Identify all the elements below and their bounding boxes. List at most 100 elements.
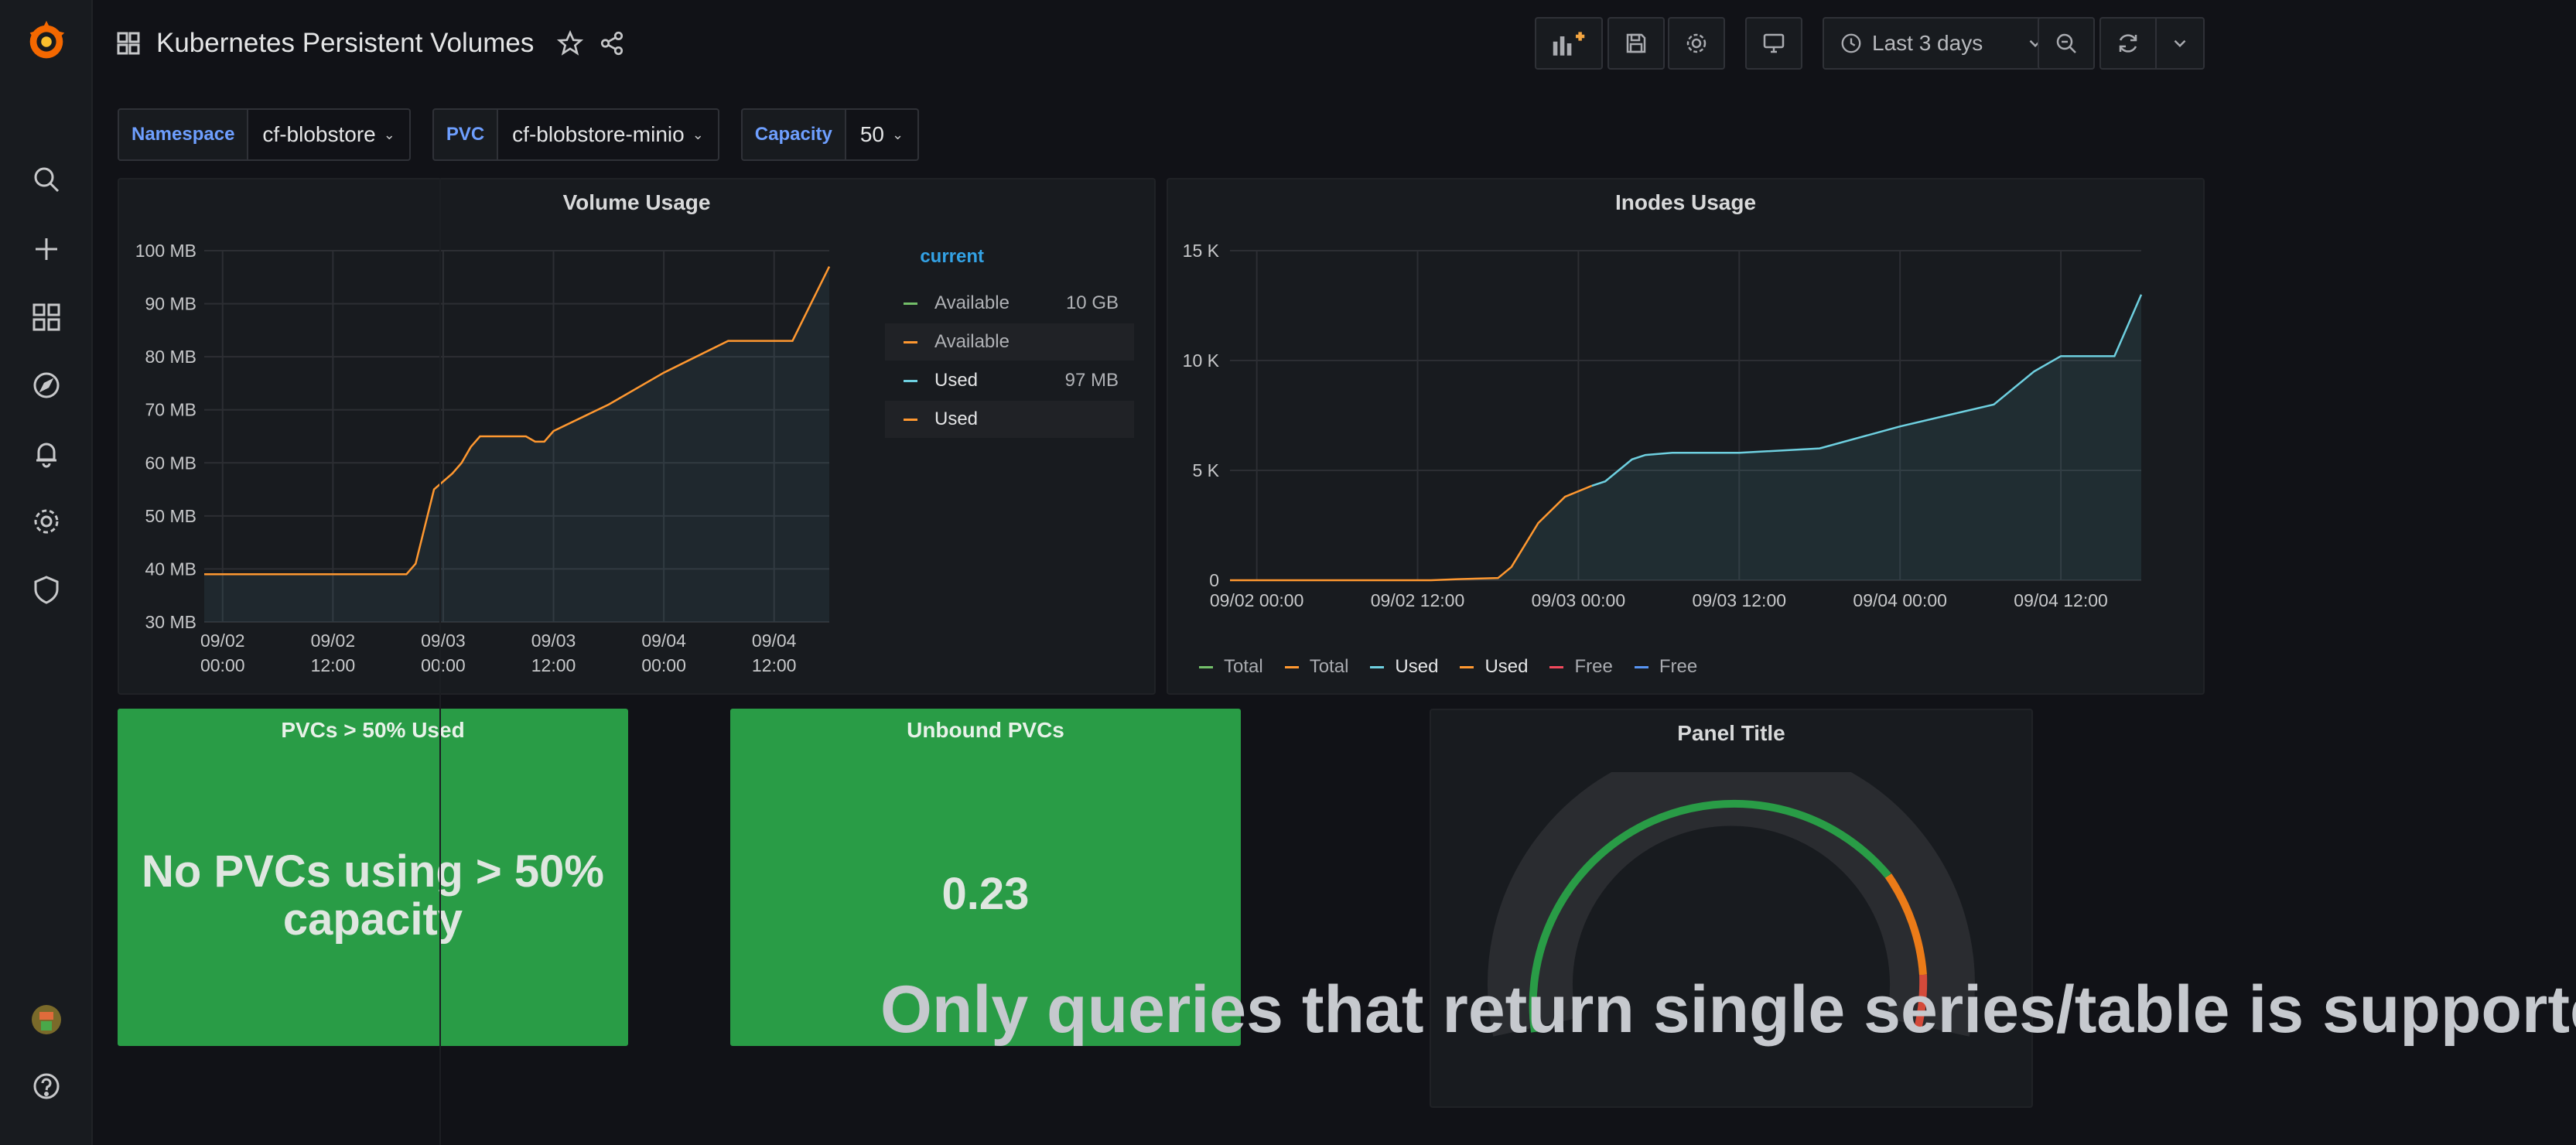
dashboards-grid-icon[interactable] <box>116 31 141 56</box>
volume-usage-panel: Volume Usage 100 MB 90 MB 80 MB 70 MB 60 MB 5… <box>118 178 1156 695</box>
create-plus-icon[interactable] <box>26 229 67 269</box>
chevron-down-icon: ⌄ <box>692 126 704 142</box>
share-icon[interactable] <box>599 30 625 56</box>
inodes-usage-chart[interactable]: 15 K 10 K 5 K 009/02 00:00 09/02 12:00 09/03 … <box>1168 226 2202 659</box>
panel-title[interactable]: Volume Usage <box>119 190 1154 215</box>
legend-item[interactable]: Available 10 GB <box>885 285 1134 322</box>
variable-label-pvc: PVC <box>432 108 499 161</box>
monitor-icon <box>1761 31 1786 56</box>
x-tick-label: 09/03 12:00 <box>1693 590 1787 610</box>
legend-name: Free <box>1574 656 1613 677</box>
legend-item[interactable]: Free <box>1549 656 1613 678</box>
help-icon[interactable] <box>26 1066 67 1106</box>
settings-gear-icon <box>1684 31 1709 56</box>
inodes-usage-panel: Inodes Usage 15 K 10 K 5 K 0 09/02 00:00 09/0… <box>1167 178 2205 695</box>
user-avatar[interactable] <box>26 1000 67 1040</box>
save-icon <box>1624 31 1648 56</box>
chevron-down-icon: ⌄ <box>892 126 904 142</box>
legend-item[interactable]: Used <box>1370 656 1438 678</box>
panel-title[interactable]: Panel Title <box>1431 721 2031 746</box>
alerting-bell-icon[interactable] <box>26 433 67 473</box>
legend-value: 97 MB <box>1064 370 1119 391</box>
legend-swatch <box>1199 665 1213 668</box>
save-dashboard-button[interactable] <box>1607 17 1665 70</box>
refresh-interval-dropdown[interactable] <box>2155 17 2205 70</box>
variable-value-namespace: cf-blobstore <box>262 122 376 146</box>
y-tick-label: 80 MB <box>145 347 196 367</box>
panel-title[interactable]: Inodes Usage <box>1168 190 2203 215</box>
y-tick-label: 5 K <box>1192 460 1219 480</box>
dashboard-title[interactable]: Kubernetes Persistent Volumes <box>156 28 534 59</box>
legend-item[interactable]: Used 97 MB <box>885 362 1134 399</box>
gauge-error-message: Only queries that return single series/t… <box>880 972 2576 1047</box>
x-tick-label: 09/02 00:00 <box>1210 590 1304 610</box>
dashboard-settings-button[interactable] <box>1668 17 1725 70</box>
legend-name: Free <box>1659 656 1698 677</box>
x-tick-label: 09/04 12:00 <box>2014 590 2108 610</box>
zoom-out-icon <box>2054 31 2079 56</box>
chevron-down-icon <box>2170 33 2190 53</box>
cycle-view-mode-button[interactable] <box>1745 17 1802 70</box>
column-divider <box>439 178 441 1145</box>
time-range-picker[interactable]: Last 3 days <box>1823 17 2062 70</box>
legend-name: Used <box>1484 656 1529 677</box>
stat-text-line2: capacity <box>282 894 463 945</box>
y-tick-label: 30 MB <box>145 612 196 632</box>
grafana-logo-icon[interactable] <box>22 17 71 67</box>
sidebar <box>0 0 93 1145</box>
legend-swatch <box>1634 665 1648 668</box>
legend-swatch <box>1460 665 1474 668</box>
x-tick-label: 00:00 <box>200 655 245 675</box>
star-icon[interactable] <box>557 30 584 56</box>
legend-item[interactable]: Available <box>885 323 1134 361</box>
variable-label-namespace: Namespace <box>118 108 249 161</box>
dashboard-header: Kubernetes Persistent Volumes <box>116 22 625 65</box>
legend-item[interactable]: Used <box>885 401 1134 438</box>
panel-title[interactable]: PVCs > 50% Used <box>118 718 628 743</box>
legend-name: Available <box>934 292 1010 313</box>
legend-name: Available <box>934 331 1010 352</box>
legend-column-header[interactable]: current <box>769 246 1001 268</box>
variable-select-namespace[interactable]: cf-blobstore ⌄ <box>248 108 411 161</box>
legend-swatch <box>1549 665 1564 668</box>
server-admin-shield-icon[interactable] <box>26 569 67 610</box>
legend-swatch <box>1284 665 1299 668</box>
variable-select-pvc[interactable]: cf-blobstore-minio ⌄ <box>498 108 719 161</box>
explore-compass-icon[interactable] <box>26 365 67 405</box>
x-tick-label: 12:00 <box>311 655 356 675</box>
variable-select-capacity[interactable]: 50 ⌄ <box>846 108 920 161</box>
legend-name: Used <box>1395 656 1439 677</box>
panel-title[interactable]: Unbound PVCs <box>730 718 1241 743</box>
x-tick-label: 09/02 <box>200 631 245 651</box>
legend-swatch <box>1370 665 1385 668</box>
y-tick-label: 0 <box>1209 570 1219 590</box>
y-tick-label: 50 MB <box>145 506 196 526</box>
legend-item[interactable]: Total <box>1199 656 1263 678</box>
y-tick-label: 15 K <box>1183 241 1220 261</box>
y-tick-label: 60 MB <box>145 453 196 473</box>
add-panel-icon <box>1550 29 1587 57</box>
pvcs-over-50-panel: PVCs > 50% Used No PVCs using > 50% capa… <box>118 709 628 1046</box>
dashboards-icon[interactable] <box>26 297 67 337</box>
zoom-out-button[interactable] <box>2038 17 2095 70</box>
volume-usage-chart[interactable]: 100 MB 90 MB 80 MB 70 MB 60 MB 50 MB 40 MB 30 M… <box>119 226 846 690</box>
legend-item[interactable]: Free <box>1634 656 1698 678</box>
x-tick-label: 09/03 <box>421 631 466 651</box>
add-panel-button[interactable] <box>1535 17 1603 70</box>
y-tick-label: 100 MB <box>135 241 196 261</box>
configuration-gear-icon[interactable] <box>26 501 67 542</box>
x-tick-label: 00:00 <box>641 655 686 675</box>
refresh-button[interactable] <box>2099 17 2157 70</box>
x-tick-label: 09/02 <box>311 631 356 651</box>
y-tick-label: 90 MB <box>145 294 196 314</box>
legend-item[interactable]: Used <box>1460 656 1528 678</box>
x-tick-label: 09/03 00:00 <box>1532 590 1626 610</box>
legend-swatch <box>904 302 917 305</box>
legend-item[interactable]: Total <box>1284 656 1348 678</box>
x-tick-label: 00:00 <box>421 655 466 675</box>
refresh-icon <box>2116 31 2140 56</box>
y-tick-label: 70 MB <box>145 400 196 420</box>
y-tick-label: 40 MB <box>145 559 196 579</box>
search-icon[interactable] <box>26 159 67 200</box>
legend-name: Total <box>1224 656 1263 677</box>
